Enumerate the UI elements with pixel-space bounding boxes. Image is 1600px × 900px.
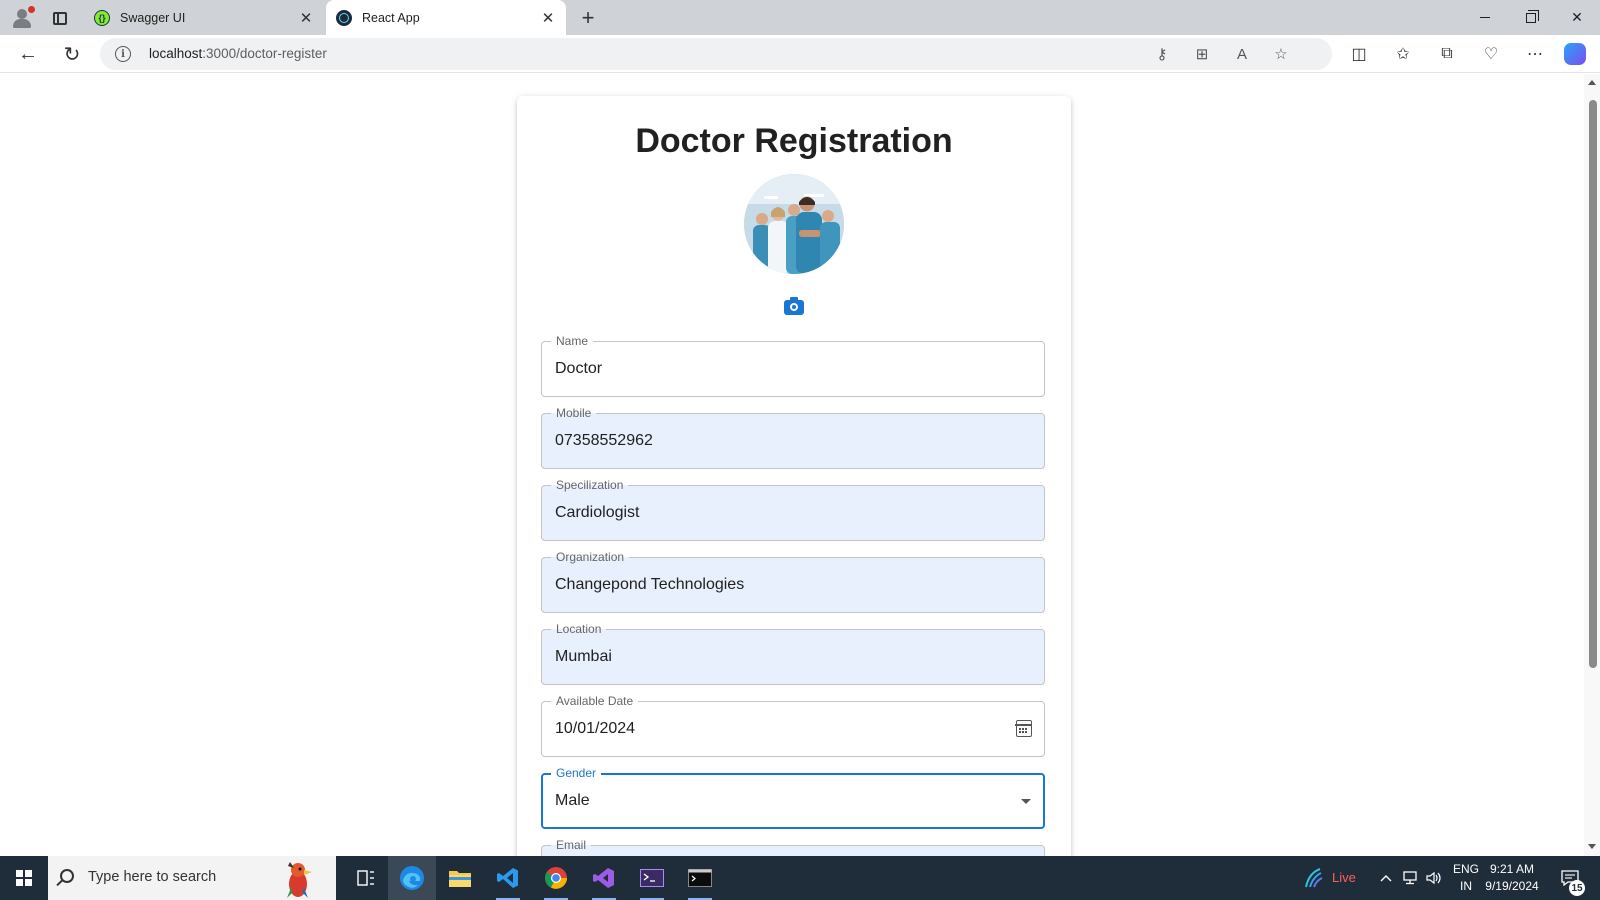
search-placeholder: Type here to search: [88, 869, 217, 885]
browser-toolbar: ← ↻ i localhost:3000/doctor-register ⚷ ⊞…: [0, 35, 1600, 73]
email-field[interactable]: Email: [541, 837, 1045, 856]
specialization-field[interactable]: Specilization Cardiologist: [541, 477, 1045, 541]
split-screen-icon[interactable]: ◫: [1344, 39, 1374, 69]
organization-input[interactable]: Changepond Technologies: [555, 576, 744, 594]
react-favicon-icon: [336, 9, 352, 26]
visual-studio-icon[interactable]: [580, 856, 628, 900]
organization-label: Organization: [551, 549, 630, 565]
name-label: Name: [551, 333, 594, 349]
collections-icon[interactable]: ⧉: [1432, 39, 1462, 69]
restore-icon[interactable]: [1508, 0, 1554, 35]
page-title: Doctor Registration: [635, 122, 953, 160]
name-input[interactable]: Doctor: [555, 360, 602, 378]
page-viewport: Doctor Registration Name Doctor Mobile 0…: [4, 74, 1584, 856]
windows-logo-icon: [16, 870, 32, 886]
app-available-icon[interactable]: ⊞: [1190, 42, 1214, 66]
close-tab-icon[interactable]: ✕: [294, 6, 318, 30]
scroll-up-arrow-icon[interactable]: [1588, 80, 1596, 85]
tab-title: Swagger UI: [120, 10, 186, 25]
mobile-label: Mobile: [551, 405, 597, 421]
read-aloud-icon[interactable]: A: [1230, 42, 1254, 66]
registration-card: Doctor Registration Name Doctor Mobile 0…: [517, 96, 1071, 856]
key-icon[interactable]: ⚷: [1150, 42, 1174, 66]
page-scrollbar[interactable]: [1584, 74, 1600, 856]
gender-value[interactable]: Male: [555, 792, 590, 810]
location-input[interactable]: Mumbai: [555, 648, 612, 666]
gender-select[interactable]: Gender Male: [541, 765, 1045, 829]
scroll-down-arrow-icon[interactable]: [1588, 844, 1596, 849]
name-field[interactable]: Name Doctor: [541, 333, 1045, 397]
tab-swagger-ui[interactable]: {} Swagger UI ✕: [84, 0, 324, 35]
tab-actions-icon[interactable]: [48, 6, 72, 30]
swagger-favicon-icon: {}: [94, 9, 110, 26]
search-highlight-icon[interactable]: [276, 858, 318, 900]
favorites-icon[interactable]: ✩: [1388, 39, 1418, 69]
taskbar-search-box[interactable]: Type here to search: [48, 856, 336, 900]
show-hidden-icons-icon[interactable]: [1374, 856, 1398, 900]
network-icon[interactable]: [1398, 856, 1422, 900]
volume-icon[interactable]: [1422, 856, 1446, 900]
url-path: :3000/doctor-register: [202, 46, 327, 61]
email-label: Email: [551, 837, 592, 853]
gender-label: Gender: [551, 765, 602, 781]
profile-icon[interactable]: [10, 6, 35, 30]
browser-tab-strip: {} Swagger UI ✕ React App ✕ + ✕: [0, 0, 1600, 35]
browser-essentials-icon[interactable]: ♡: [1476, 39, 1506, 69]
task-view-icon[interactable]: [342, 856, 390, 900]
url-host: localhost: [149, 46, 203, 61]
clock-time: 9:21 AM: [1489, 862, 1535, 876]
back-arrow-icon[interactable]: ←: [13, 39, 43, 69]
command-prompt-icon[interactable]: [676, 856, 724, 900]
calendar-icon[interactable]: [1015, 720, 1032, 737]
dev-terminal-icon[interactable]: [628, 856, 676, 900]
organization-field[interactable]: Organization Changepond Technologies: [541, 549, 1045, 613]
address-bar[interactable]: i localhost:3000/doctor-register ⚷ ⊞ A ☆: [100, 38, 1332, 70]
live-label[interactable]: Live: [1332, 870, 1356, 885]
clock-date: 9/19/2024: [1485, 879, 1539, 893]
tab-react-app[interactable]: React App ✕: [326, 0, 566, 35]
new-tab-icon[interactable]: +: [575, 5, 601, 31]
close-tab-icon[interactable]: ✕: [536, 6, 560, 30]
minimize-icon[interactable]: [1462, 0, 1508, 35]
available-date-input[interactable]: 10/01/2024: [555, 720, 635, 738]
reload-icon[interactable]: ↻: [57, 39, 87, 69]
location-field[interactable]: Location Mumbai: [541, 621, 1045, 685]
specialization-label: Specilization: [551, 477, 629, 493]
weather-widget-icon[interactable]: [1298, 856, 1328, 900]
copilot-icon[interactable]: [1560, 39, 1590, 69]
favorite-star-icon[interactable]: ☆: [1269, 42, 1293, 66]
mobile-input[interactable]: 07358552962: [555, 432, 653, 450]
chrome-icon[interactable]: [532, 856, 580, 900]
url-text[interactable]: localhost:3000/doctor-register: [149, 46, 327, 61]
specialization-input[interactable]: Cardiologist: [555, 504, 639, 522]
available-date-field[interactable]: Available Date 10/01/2024: [541, 693, 1045, 757]
site-info-icon[interactable]: i: [115, 46, 131, 62]
tab-title: React App: [362, 10, 420, 25]
edge-browser-icon[interactable]: [388, 856, 436, 900]
more-menu-icon[interactable]: ⋯: [1520, 39, 1550, 69]
dropdown-arrow-icon[interactable]: [1021, 799, 1031, 804]
search-icon: [60, 869, 74, 883]
profile-photo: [744, 174, 844, 274]
start-button[interactable]: [0, 856, 48, 900]
vscode-icon[interactable]: [484, 856, 532, 900]
file-explorer-icon[interactable]: [436, 856, 484, 900]
windows-taskbar: Type here to search Live ENG IN 9:21 AM …: [0, 856, 1600, 900]
notification-count-badge: 15: [1569, 880, 1585, 896]
system-clock[interactable]: 9:21 AM 9/19/2024: [1476, 861, 1548, 895]
location-label: Location: [551, 621, 607, 637]
scroll-thumb[interactable]: [1589, 100, 1597, 668]
camera-upload-icon[interactable]: [783, 296, 805, 315]
close-window-icon[interactable]: ✕: [1554, 0, 1600, 35]
mobile-field[interactable]: Mobile 07358552962: [541, 405, 1045, 469]
available-date-label: Available Date: [551, 693, 639, 709]
